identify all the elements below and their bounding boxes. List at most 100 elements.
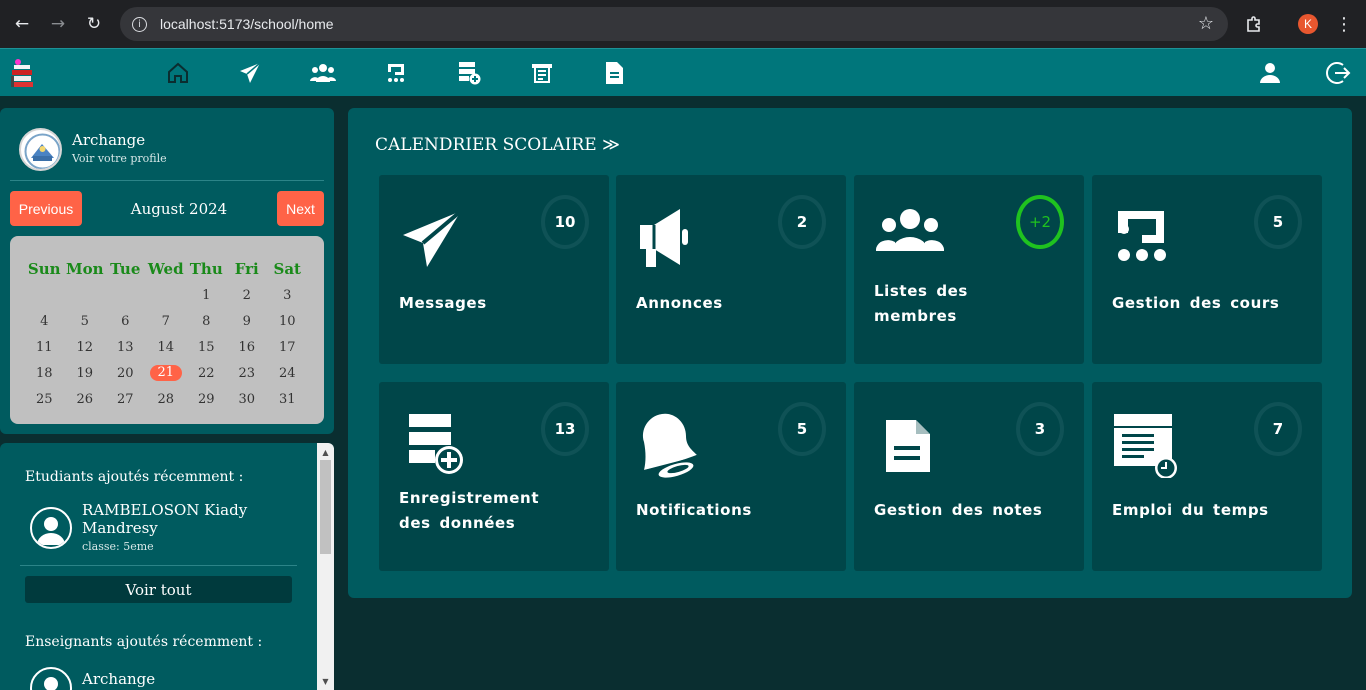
browser-profile-avatar[interactable]: K [1298,14,1318,34]
calendar-empty-cell [146,282,187,308]
calendar-today[interactable]: 21 [149,365,182,381]
calendar-day[interactable]: 20 [105,360,146,386]
calendar-day[interactable]: 5 [65,308,106,334]
card-timetable[interactable]: 7 Emploi du temps [1092,382,1322,571]
weekday-header: Thu [189,260,223,278]
data-add-icon[interactable] [455,59,483,87]
weekday-header: Wed [147,260,184,278]
view-profile-link[interactable]: Voir votre profile [72,152,167,165]
card-notifications[interactable]: 5 Notifications [616,382,846,571]
weekday-header: Sun [27,260,61,278]
calendar-day[interactable]: 9 [227,308,268,334]
users-icon[interactable] [309,59,337,87]
browser-chrome: ← → ↻ i localhost:5173/school/home ☆ K ⋮ [0,0,1366,48]
calendar-day[interactable]: 18 [24,360,65,386]
calendar-day[interactable]: 1 [186,282,227,308]
recent-students-title: Etudiants ajoutés récemment : [25,469,244,485]
calendar-day[interactable]: 26 [65,386,106,412]
app-logo[interactable] [9,58,35,88]
calendar-empty-cell [105,282,146,308]
calendar-day[interactable]: 13 [105,334,146,360]
card-data-entry[interactable]: 13 Enregistrement des données [379,382,609,571]
extensions-icon[interactable] [1243,13,1265,35]
card-courses[interactable]: 5 Gestion des cours [1092,175,1322,364]
card-annonces[interactable]: 2 Annonces [616,175,846,364]
calendar-day[interactable]: 7 [146,308,187,334]
address-bar[interactable]: i localhost:5173/school/home ☆ [120,7,1228,41]
send-icon[interactable] [236,59,264,87]
calendar-day[interactable]: 10 [267,308,308,334]
calendar-day[interactable]: 12 [65,334,106,360]
school-calendar-link[interactable]: CALENDRIER SCOLAIRE ≫ [375,135,620,155]
calendar-day[interactable]: 15 [186,334,227,360]
document-icon[interactable] [600,59,628,87]
calendar-day[interactable]: 31 [267,386,308,412]
site-info-icon[interactable]: i [132,16,147,32]
scrollbar-thumb[interactable] [320,460,331,554]
forward-icon[interactable]: → [46,12,70,36]
megaphone-icon [638,205,706,271]
card-label: Listes des membres [874,282,968,325]
calendar-week-row: 123 [24,282,308,308]
scroll-down-arrow-icon[interactable]: ▼ [317,674,334,688]
course-icon[interactable] [382,59,410,87]
count-badge: 3 [1016,402,1064,456]
calendar-day[interactable]: 28 [146,386,187,412]
calendar-day[interactable]: 2 [227,282,268,308]
calendar-day[interactable]: 8 [186,308,227,334]
see-all-button[interactable]: Voir tout [25,576,292,603]
previous-month-button[interactable]: Previous [10,191,82,226]
url-text[interactable]: localhost:5173/school/home [160,16,334,32]
reload-icon[interactable]: ↻ [82,12,106,36]
timetable-icon[interactable] [528,59,556,87]
profile-name: Archange [72,131,146,149]
calendar-day[interactable]: 4 [24,308,65,334]
calendar-days: 1 2 3 4 5 6 7 8 9 10 11 12 13 14 15 16 17 18 19 20 21 22 23 24 2… [24,282,308,412]
calendar-week-row: 18 19 20 21 22 23 24 [24,360,308,386]
card-label: Enregistrement des données [399,489,540,532]
calendar-day[interactable]: 25 [24,386,65,412]
weekday-header: Tue [110,260,141,278]
user-icon[interactable] [1256,59,1284,87]
home-icon[interactable] [164,59,192,87]
calendar-day[interactable]: 19 [65,360,106,386]
calendar-day[interactable]: 11 [24,334,65,360]
card-members[interactable]: +2 Listes des membres [854,175,1084,364]
calendar-month-label: August 2024 [130,200,228,218]
count-badge: 5 [1254,195,1302,249]
logout-icon[interactable] [1324,59,1352,87]
calendar-empty-cell [65,282,106,308]
card-label: Messages [399,294,487,312]
calendar-day[interactable]: 29 [186,386,227,412]
calendar-day[interactable]: 30 [227,386,268,412]
calendar-day[interactable]: 17 [267,334,308,360]
calendar-day[interactable]: 24 [267,360,308,386]
scrollbar[interactable]: ▲ ▼ [317,443,334,690]
card-grades[interactable]: 3 Gestion des notes [854,382,1084,571]
bookmark-star-icon[interactable]: ☆ [1198,13,1214,34]
scroll-up-arrow-icon[interactable]: ▲ [317,445,334,459]
profile-calendar-panel: Archange Voir votre profile Previous Aug… [0,108,334,434]
count-badge: 7 [1254,402,1302,456]
card-label: Notifications [636,501,752,519]
card-label: Emploi du temps [1112,501,1269,519]
next-month-button[interactable]: Next [277,191,324,226]
calendar-day[interactable]: 22 [186,360,227,386]
calendar-day[interactable]: 14 [146,334,187,360]
teacher-avatar [30,667,72,690]
divider [10,180,324,181]
card-messages[interactable]: 10 Messages [379,175,609,364]
calendar-day[interactable]: 3 [267,282,308,308]
calendar-day[interactable]: 6 [105,308,146,334]
calendar-week-row: 4 5 6 7 8 9 10 [24,308,308,334]
calendar-day[interactable]: 27 [105,386,146,412]
calendar-day[interactable]: 21 [146,360,187,386]
back-icon[interactable]: ← [10,12,34,36]
users-icon [875,205,945,271]
calendar-day[interactable]: 23 [227,360,268,386]
calendar-week-row: 25 26 27 28 29 30 31 [24,386,308,412]
count-badge: 2 [778,195,826,249]
school-logo-avatar[interactable] [19,128,62,171]
browser-menu-icon[interactable]: ⋮ [1334,12,1354,36]
calendar-day[interactable]: 16 [227,334,268,360]
